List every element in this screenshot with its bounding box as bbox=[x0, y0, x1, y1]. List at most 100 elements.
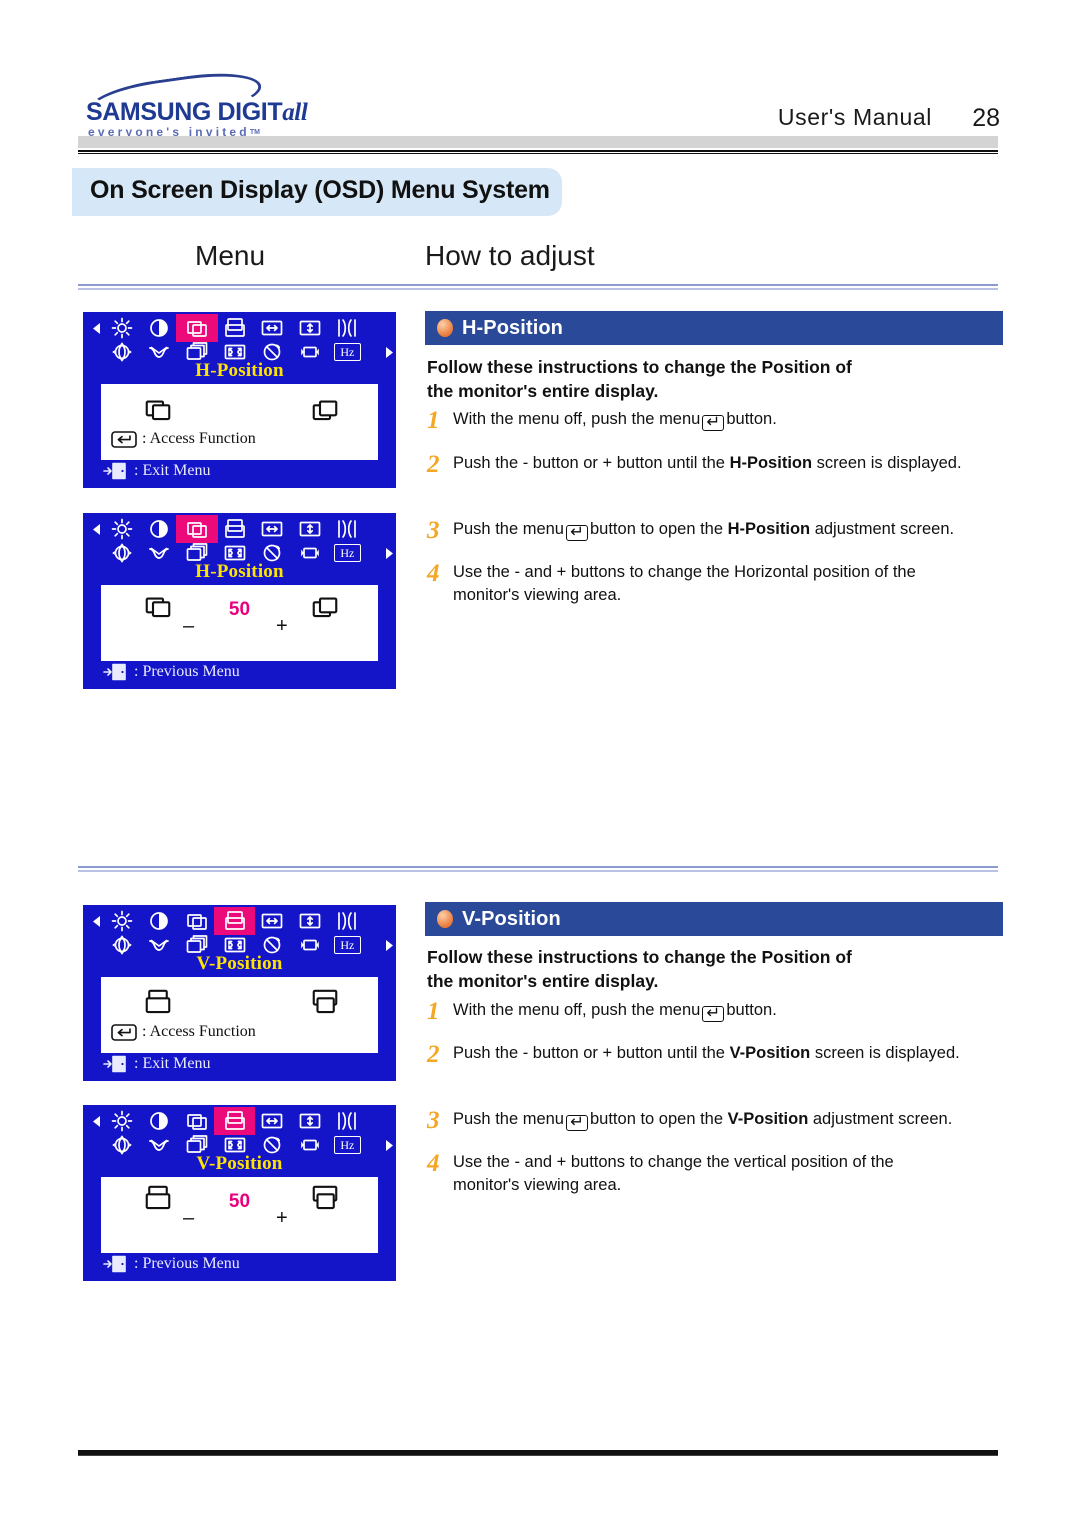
osd-v-size-icon[interactable] bbox=[291, 517, 329, 541]
osd-h-position-icon-selected[interactable] bbox=[178, 517, 216, 541]
osd-brightness-icon[interactable] bbox=[103, 1109, 141, 1133]
osd-v-position-icon-selected[interactable] bbox=[215, 1109, 254, 1133]
step-text-bold: V-Position bbox=[727, 1110, 809, 1128]
logo-wordmark-text: SAMSUNG DIGIT bbox=[86, 98, 283, 126]
logo-wordmark: SAMSUNG DIGITall bbox=[86, 98, 308, 127]
step-text-pre: Push the menu bbox=[453, 520, 564, 538]
osd-h-size-icon[interactable] bbox=[253, 316, 291, 340]
left-arrow-icon[interactable] bbox=[89, 517, 103, 541]
step-3-v: 3 Push the menu ↵ button to open the V-Pos… bbox=[427, 1108, 1002, 1133]
osd-plus-label[interactable]: + bbox=[276, 1207, 288, 1230]
osd-footer-line[interactable]: : Previous Menu bbox=[103, 663, 240, 681]
osd-pincushion-icon[interactable] bbox=[329, 1109, 367, 1133]
osd-icon-grid[interactable]: Hz bbox=[89, 909, 393, 957]
osd-icon-grid[interactable]: Hz bbox=[89, 517, 393, 565]
step-text-bold: H-Position bbox=[729, 454, 813, 472]
osd-h-position-icon-selected[interactable] bbox=[178, 316, 216, 340]
osd-h-size-icon[interactable] bbox=[253, 909, 291, 933]
osd-menu-title: H-Position bbox=[195, 360, 284, 381]
osd-access-function-line: : Access Function bbox=[111, 430, 256, 448]
osd-icon-row-1 bbox=[89, 517, 390, 541]
lead-line-1: Follow these instructions to change the … bbox=[427, 357, 852, 377]
osd-footer-line[interactable]: : Previous Menu bbox=[103, 1255, 240, 1273]
osd-panel: : Access Function bbox=[101, 977, 378, 1053]
logo-trademark: TM bbox=[249, 129, 260, 136]
osd-contrast-icon[interactable] bbox=[141, 909, 179, 933]
lead-text-h-position: Follow these instructions to change the … bbox=[427, 355, 1002, 403]
left-arrow-icon[interactable] bbox=[89, 909, 103, 933]
osd-footer-line[interactable]: : Exit Menu bbox=[103, 1055, 210, 1073]
osd-contrast-icon[interactable] bbox=[141, 517, 179, 541]
osd-footer-text: : Previous Menu bbox=[134, 1255, 240, 1272]
osd-plus-label[interactable]: + bbox=[276, 615, 288, 638]
osd-icon-row-1 bbox=[89, 316, 390, 340]
step-text: With the menu off, push the menu ↵ button. bbox=[453, 408, 777, 431]
osd-pincushion-icon[interactable] bbox=[329, 517, 367, 541]
osd-access-function-line: : Access Function bbox=[111, 1023, 256, 1041]
osd-contrast-icon[interactable] bbox=[141, 316, 179, 340]
osd-access-function-text: : Access Function bbox=[142, 430, 256, 447]
osd-brightness-icon[interactable] bbox=[103, 517, 141, 541]
osd-menu-title: V-Position bbox=[196, 1153, 283, 1174]
step-text: Push the menu ↵ button to open the H-Posit… bbox=[453, 518, 954, 541]
step-number: 3 bbox=[427, 517, 440, 544]
logo-wordmark-italic: all bbox=[282, 99, 308, 126]
section-bar-h-position: H-Position bbox=[425, 311, 1003, 345]
osd-minus-label[interactable]: – bbox=[183, 615, 194, 638]
osd-access-function-text: : Access Function bbox=[142, 1023, 256, 1040]
osd-menu-title: V-Position bbox=[196, 953, 283, 974]
osd-h-position-icon[interactable] bbox=[178, 909, 216, 933]
left-arrow-icon[interactable] bbox=[89, 1109, 103, 1133]
osd-h-position-adjust[interactable]: Hz H-Position 50 – +: Previous Menu bbox=[83, 513, 396, 689]
step-number: 3 bbox=[427, 1107, 440, 1134]
osd-h-size-icon[interactable] bbox=[253, 1109, 291, 1133]
section-bar-label: V-Position bbox=[462, 907, 561, 930]
left-arrow-icon[interactable] bbox=[89, 316, 103, 340]
osd-h-size-icon[interactable] bbox=[253, 517, 291, 541]
osd-panel-right-h-position-icon bbox=[310, 394, 340, 429]
step-text: Push the - button or + button until the … bbox=[453, 452, 962, 475]
osd-panel-left-v-position-icon bbox=[143, 987, 173, 1022]
lead-line-1: Follow these instructions to change the … bbox=[427, 947, 852, 967]
osd-icon-grid[interactable]: Hz bbox=[89, 316, 393, 364]
step-text-post: button. bbox=[726, 410, 777, 428]
step-number: 4 bbox=[427, 1150, 440, 1177]
step-text: Push the menu ↵ button to open the V-Posit… bbox=[453, 1108, 952, 1131]
osd-v-position-icon-selected[interactable] bbox=[215, 909, 254, 933]
osd-pincushion-icon[interactable] bbox=[329, 316, 367, 340]
osd-h-position-menu[interactable]: Hz H-Position : Access Function : Exit Menu bbox=[83, 312, 396, 488]
osd-pincushion-icon[interactable] bbox=[329, 909, 367, 933]
osd-v-size-icon[interactable] bbox=[291, 909, 329, 933]
enter-key-icon: ↵ bbox=[702, 1004, 725, 1022]
osd-value: 50 bbox=[228, 599, 251, 620]
step-text: With the menu off, push the menu ↵ button. bbox=[453, 999, 777, 1022]
step-text-pre: Push the - button or + button until the bbox=[453, 454, 730, 472]
osd-v-position-icon[interactable] bbox=[216, 517, 254, 541]
step-text-mid: button to open the bbox=[590, 1110, 728, 1128]
osd-panel-left-h-position-icon bbox=[143, 394, 173, 429]
step-4-v: 4 Use the - and + buttons to change the … bbox=[427, 1151, 927, 1198]
osd-value: 50 bbox=[228, 1191, 251, 1212]
osd-brightness-icon[interactable] bbox=[103, 316, 141, 340]
step-text-post: adjustment screen. bbox=[808, 1110, 953, 1128]
step-text-pre: Push the - button or + button until the bbox=[453, 1044, 730, 1062]
osd-brightness-icon[interactable] bbox=[103, 909, 141, 933]
osd-footer-line[interactable]: : Exit Menu bbox=[103, 462, 210, 480]
column-header-howto: How to adjust bbox=[425, 240, 595, 271]
page-number: 28 bbox=[972, 104, 1000, 132]
osd-minus-label[interactable]: – bbox=[183, 1207, 194, 1230]
osd-v-position-menu[interactable]: Hz V-Position : Access Function : Exit Menu bbox=[83, 905, 396, 1081]
step-text: Use the - and + buttons to change the ve… bbox=[453, 1153, 894, 1195]
osd-v-size-icon[interactable] bbox=[291, 1109, 329, 1133]
osd-v-position-icon[interactable] bbox=[216, 316, 254, 340]
osd-icon-grid[interactable]: Hz bbox=[89, 1109, 393, 1157]
enter-key-icon: ↵ bbox=[702, 413, 725, 431]
osd-h-position-icon[interactable] bbox=[178, 1109, 216, 1133]
step-text: Push the - button or + button until the … bbox=[453, 1042, 960, 1065]
step-text-bold: V-Position bbox=[729, 1044, 811, 1062]
lead-text-v-position: Follow these instructions to change the … bbox=[427, 945, 1002, 993]
osd-v-position-adjust[interactable]: Hz V-Position 50 – + : Previous Menu bbox=[83, 1105, 396, 1281]
osd-contrast-icon[interactable] bbox=[141, 1109, 179, 1133]
osd-v-size-icon[interactable] bbox=[291, 316, 329, 340]
samsung-logo: SAMSUNG DIGITall everyone's invitedTM bbox=[78, 66, 308, 139]
